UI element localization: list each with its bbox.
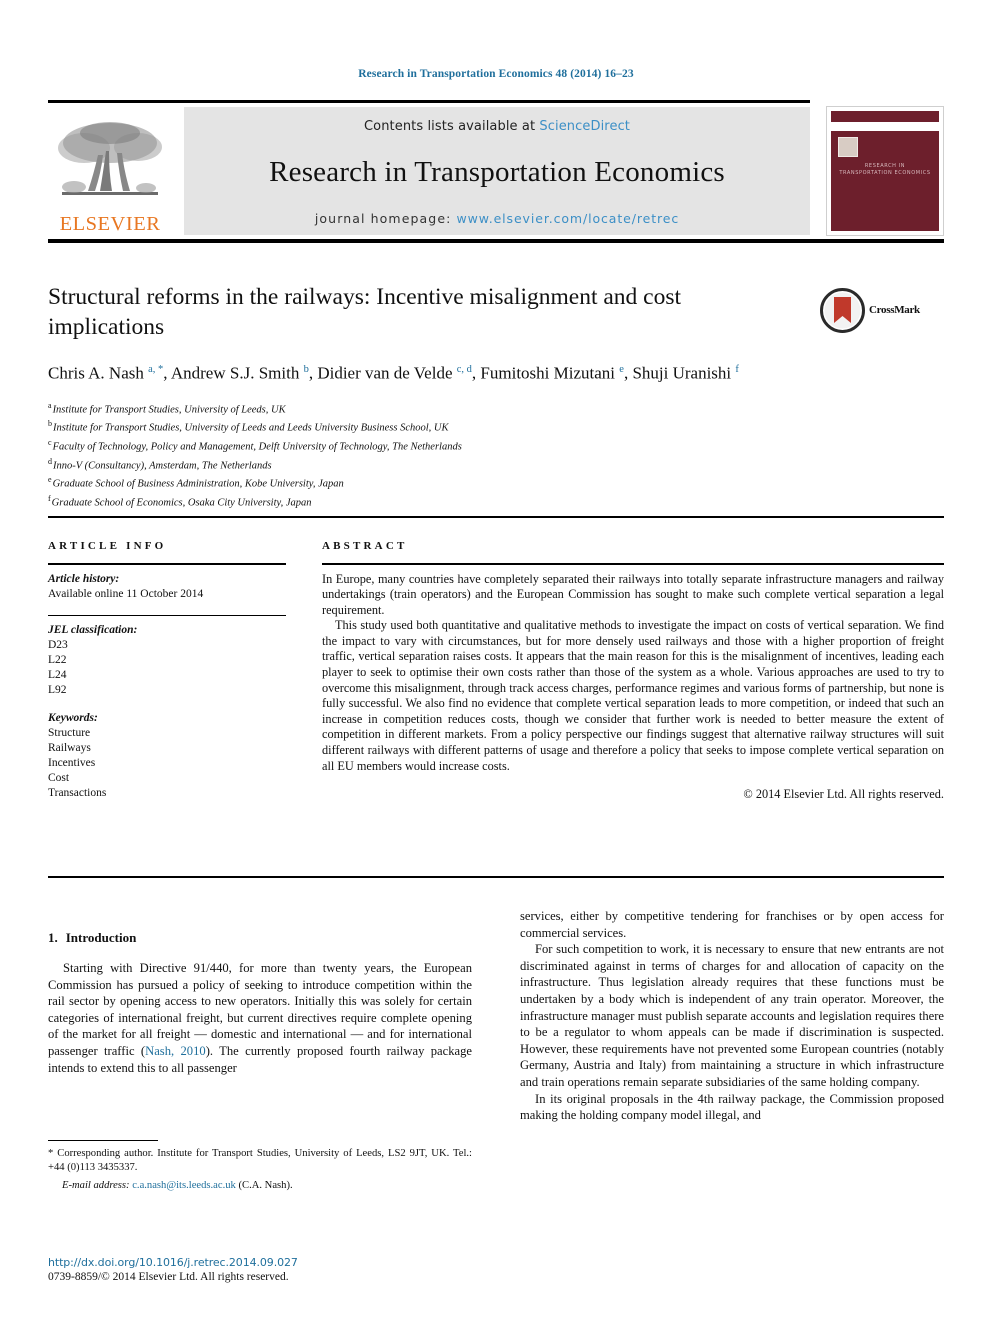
cover-title-line-1: RESEARCH IN [864,163,906,169]
journal-title: Research in Transportation Economics [269,156,725,188]
cover-title-line-2: TRANSPORTATION ECONOMICS [839,170,931,176]
abstract-copyright: © 2014 Elsevier Ltd. All rights reserved… [743,787,944,802]
body-paragraph: Starting with Directive 91/440, for more… [48,960,472,1076]
crossmark-label: CrossMark [869,304,920,316]
masthead-grey-band: Contents lists available at ScienceDirec… [184,107,810,235]
affiliation-text: Faculty of Technology, Policy and Manage… [52,441,462,453]
running-head: Research in Transportation Economics 48 … [358,68,634,80]
affiliation-text: Graduate School of Economics, Osaka City… [51,497,312,509]
affiliation-item: eGraduate School of Business Administrat… [48,473,808,492]
jel-code: L22 [48,654,67,666]
affiliation-text: Institute for Transport Studies, Univers… [52,404,286,416]
journal-cover-thumbnail: RESEARCH IN TRANSPORTATION ECONOMICS [826,106,944,236]
affiliation-item: dInno-V (Consultancy), Amsterdam, The Ne… [48,455,808,474]
article-info-rule [48,563,286,565]
cover-emblem-icon [838,137,858,157]
jel-code: D23 [48,639,68,651]
body-paragraph: services, either by competitive tenderin… [520,909,944,940]
keyword-item: Incentives [48,757,96,769]
abstract-heading: ABSTRACT [322,540,408,552]
corresponding-author-note: * Corresponding author. Institute for Tr… [48,1148,472,1173]
author-list: Chris A. Nash a, *, Andrew S.J. Smith b,… [48,363,739,383]
affiliation-text: Institute for Transport Studies, Univers… [53,422,449,434]
elsevier-tree-icon [58,121,162,195]
article-history-label: Article history: [48,572,120,585]
cover-title-text: RESEARCH IN TRANSPORTATION ECONOMICS [831,163,939,177]
article-info-heading: ARTICLE INFO [48,540,167,552]
crossmark-badge[interactable]: CrossMark [820,286,932,334]
cover-inner-panel: RESEARCH IN TRANSPORTATION ECONOMICS [831,111,939,231]
keyword-item: Railways [48,742,91,754]
abstract-rule [322,563,944,565]
body-column-left: 1. Introduction Starting with Directive 9… [48,930,472,1076]
section-title: Introduction [65,930,137,945]
jel-classification-label: JEL classification: [48,624,138,636]
masthead-top-rule [48,100,810,103]
affiliation-item: aInstitute for Transport Studies, Univer… [48,399,808,418]
affiliation-text: Graduate School of Business Administrati… [52,478,344,490]
crossmark-icon [820,287,865,333]
article-info-panel: ARTICLE INFO Article history: Available … [48,540,286,801]
page-title: Structural reforms in the railways: Ince… [48,284,682,340]
footnote-block: * Corresponding author. Institute for Tr… [48,1140,472,1193]
title-and-authors: Structural reforms in the railways: Ince… [48,282,944,511]
contents-prefix: Contents lists available at [363,119,540,134]
keyword-item: Structure [48,727,91,739]
homepage-label: journal homepage: [314,211,457,226]
cover-white-band [831,122,939,131]
journal-masthead: ELSEVIER Contents lists available at Sci… [48,100,944,243]
section-number: 1. [48,930,58,945]
abstract-panel: ABSTRACT In Europe, many countries have … [322,540,944,802]
body-column-right: services, either by competitive tenderin… [520,908,944,1124]
email-link[interactable]: c.a.nash@its.leeds.ac.uk [132,1180,236,1191]
issn-copyright-line: 0739-8859/© 2014 Elsevier Ltd. All right… [48,1271,289,1283]
affiliation-text: Inno-V (Consultancy), Amsterdam, The Net… [53,460,272,472]
contents-available-line: Contents lists available at ScienceDirec… [184,107,810,134]
elsevier-logo: ELSEVIER [50,108,170,234]
abstract-paragraph: This study used both quantitative and qu… [322,618,944,773]
email-suffix: (C.A. Nash). [235,1180,293,1192]
abstract-bottom-rule [48,876,944,878]
article-first-page: Research in Transportation Economics 48 … [0,0,992,1323]
article-history-value: Available online 11 October 2014 [48,587,204,600]
keywords-label: Keywords: [48,712,98,724]
body-paragraph: For such competition to work, it is nece… [520,942,944,1089]
elsevier-wordmark: ELSEVIER [59,212,161,235]
masthead-bottom-rule [48,239,944,243]
affiliation-item: fGraduate School of Economics, Osaka Cit… [48,492,808,511]
sciencedirect-link[interactable]: ScienceDirect [539,119,630,134]
citation-link-nash-2010[interactable]: Nash, 2010 [145,1044,206,1058]
doi-link[interactable]: http://dx.doi.org/10.1016/j.retrec.2014.… [48,1256,548,1269]
keyword-item: Transactions [48,787,107,799]
email-note: E-mail address: c.a.nash@its.leeds.ac.uk… [48,1179,472,1193]
abstract-paragraph: In Europe, many countries have completel… [322,571,944,617]
jel-code: L92 [48,684,67,696]
footer-doi-block: http://dx.doi.org/10.1016/j.retrec.2014.… [48,1256,548,1283]
affiliation-item: bInstitute for Transport Studies, Univer… [48,417,808,436]
affiliation-list: aInstitute for Transport Studies, Univer… [48,399,808,511]
section-heading-introduction: 1. Introduction [48,930,472,946]
email-label: E-mail address: [62,1180,130,1192]
keyword-item: Cost [48,772,70,784]
article-info-rule-2 [48,614,286,616]
homepage-url-link[interactable]: www.elsevier.com/locate/retrec [457,211,680,226]
body-paragraph: In its original proposals in the 4th rai… [520,1091,944,1123]
info-section-top-rule [48,516,944,518]
jel-code: L24 [48,669,67,681]
affiliation-item: cFaculty of Technology, Policy and Manag… [48,436,808,455]
abstract-body: In Europe, many countries have completel… [322,572,944,775]
footnote-rule [48,1140,158,1141]
journal-homepage-line: journal homepage: www.elsevier.com/locat… [184,211,810,226]
